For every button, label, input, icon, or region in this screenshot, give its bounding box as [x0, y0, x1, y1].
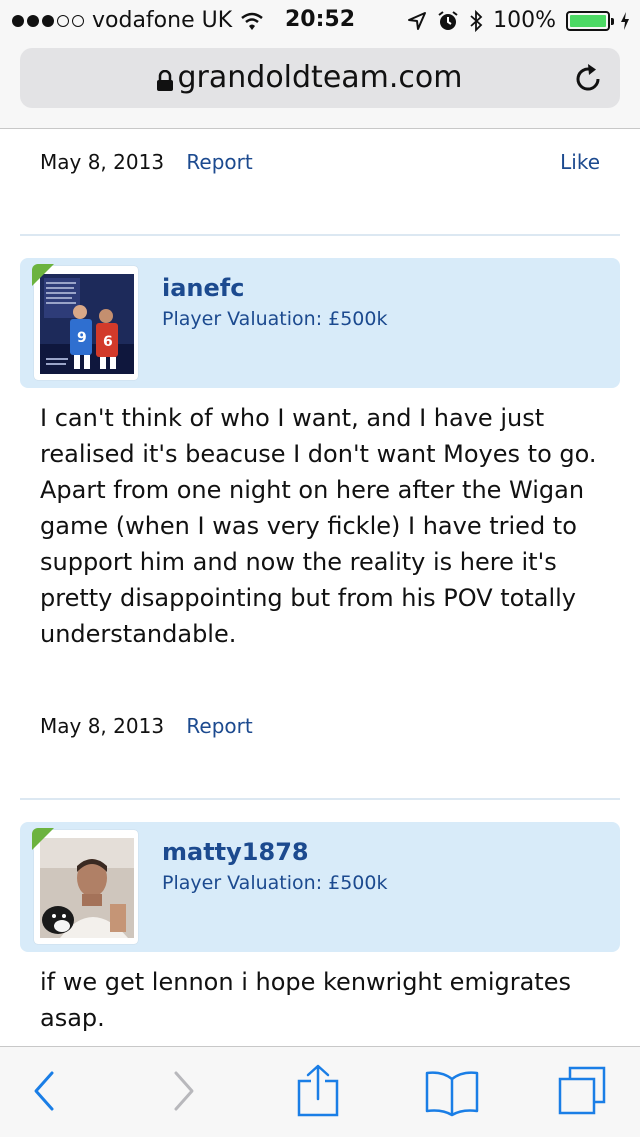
- post-divider: [20, 234, 620, 236]
- player-valuation: Player Valuation: £500k: [162, 872, 388, 894]
- post-meta: May 8, 2013 Report Like: [40, 150, 600, 174]
- report-link[interactable]: Report: [186, 714, 252, 738]
- status-right: 100%: [407, 8, 630, 33]
- url-text: grandoldteam.com: [177, 60, 463, 95]
- avatar[interactable]: [32, 828, 138, 944]
- browser-toolbar: [0, 1046, 640, 1137]
- corner-tab: [32, 264, 54, 286]
- alarm-clock-icon: [438, 10, 458, 30]
- avatar-image: 9 6: [40, 274, 134, 374]
- post-meta: May 8, 2013 Report: [40, 714, 600, 738]
- avatar-image: [40, 838, 134, 938]
- svg-text:6: 6: [103, 334, 113, 350]
- url-field[interactable]: grandoldteam.com: [20, 48, 620, 108]
- battery-percent: 100%: [493, 8, 556, 33]
- back-icon[interactable]: [30, 1069, 58, 1113]
- post-date: May 8, 2013: [40, 150, 165, 174]
- report-link[interactable]: Report: [186, 150, 252, 174]
- corner-tab: [32, 828, 54, 850]
- svg-text:9: 9: [77, 330, 87, 346]
- user-card: matty1878 Player Valuation: £500k: [20, 822, 620, 952]
- forward-icon[interactable]: [170, 1069, 198, 1113]
- post-date: May 8, 2013: [40, 714, 165, 738]
- post-divider: [20, 798, 620, 800]
- avatar[interactable]: 9 6: [32, 264, 138, 380]
- post-body: I can't think of who I want, and I have …: [40, 404, 597, 648]
- username[interactable]: matty1878: [162, 838, 309, 866]
- browser-address-area: grandoldteam.com: [0, 42, 640, 129]
- post-body: if we get lennon i hope kenwright emigra…: [40, 968, 571, 1032]
- like-link[interactable]: Like: [560, 150, 600, 174]
- user-card: 9 6 ianefc Player Valuation: £500k: [20, 258, 620, 388]
- username[interactable]: ianefc: [162, 274, 244, 302]
- thread-content: May 8, 2013 Report Like 9 6 ianefc Playe…: [0, 128, 640, 1046]
- player-valuation: Player Valuation: £500k: [162, 308, 388, 330]
- bluetooth-icon: [470, 9, 483, 32]
- bookmarks-icon[interactable]: [424, 1069, 480, 1117]
- status-bar: vodafone UK 20:52 100%: [0, 0, 640, 42]
- reload-icon[interactable]: [574, 62, 604, 94]
- tabs-icon[interactable]: [556, 1065, 608, 1117]
- battery-icon: [566, 10, 614, 31]
- location-arrow-icon: [408, 11, 427, 30]
- share-icon[interactable]: [296, 1063, 340, 1117]
- charging-bolt-icon: [621, 11, 629, 30]
